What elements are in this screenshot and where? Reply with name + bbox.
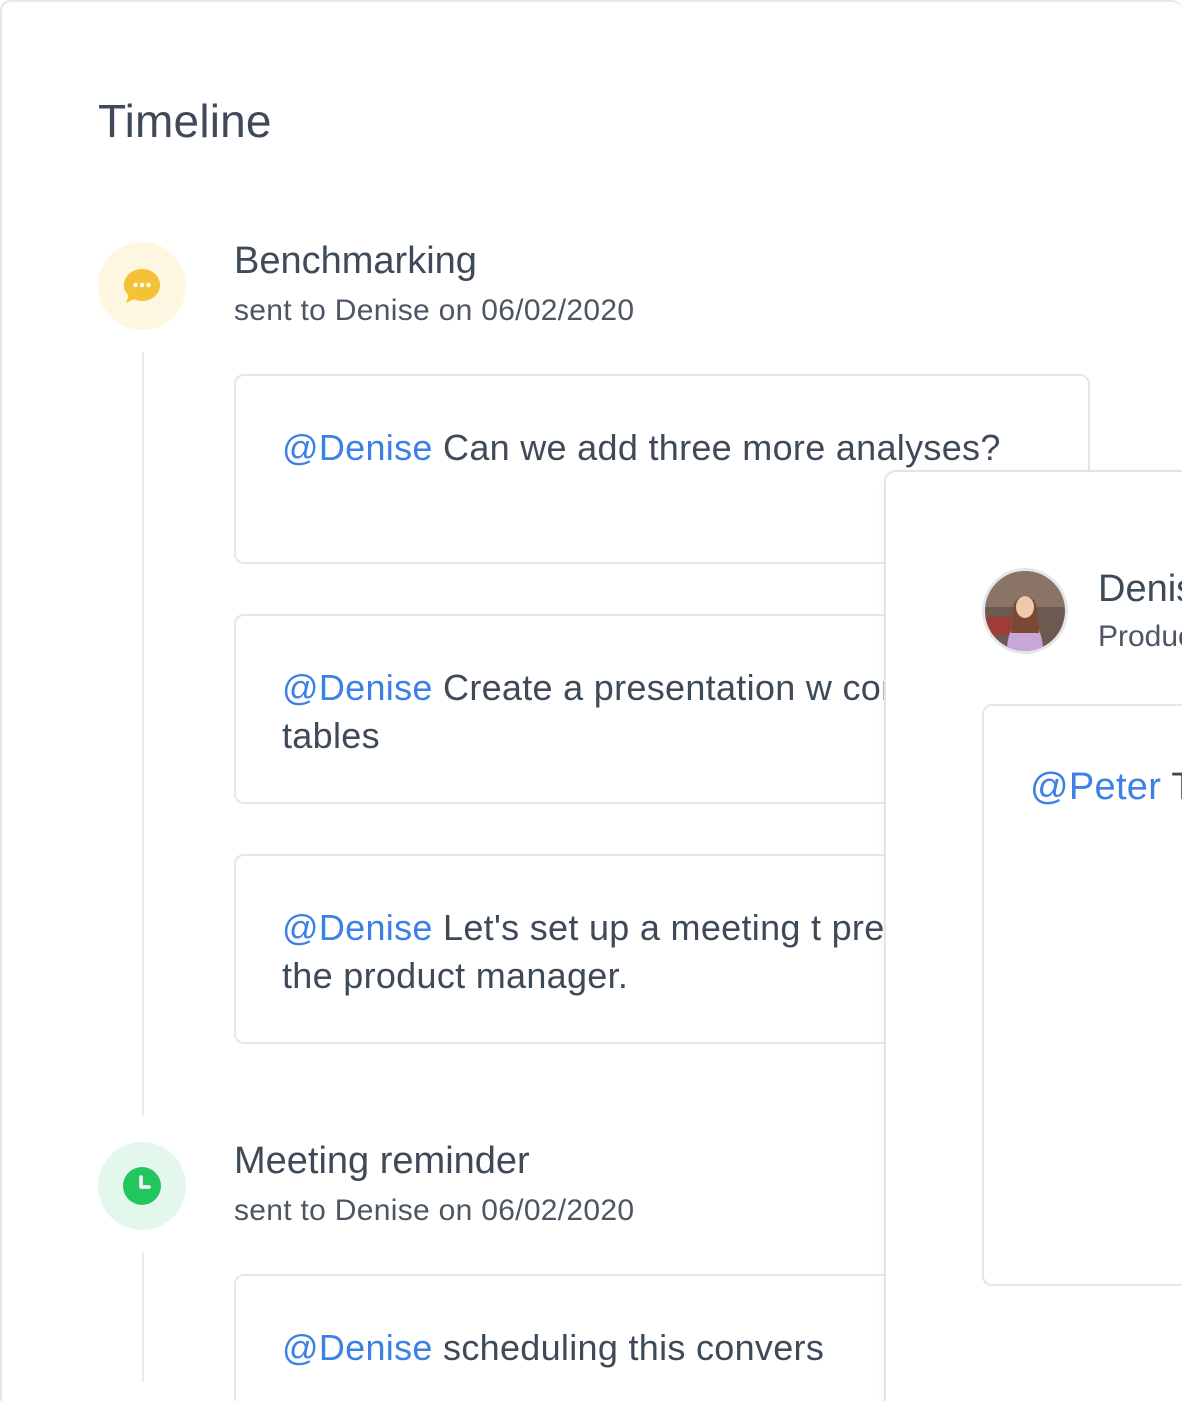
event-subtitle: sent to Denise on 06/02/2020 xyxy=(234,294,635,327)
mention-link[interactable]: @Peter xyxy=(1030,766,1161,808)
event-title: Benchmarking xyxy=(234,240,477,282)
timeline-connector xyxy=(142,352,144,1116)
avatar[interactable] xyxy=(982,568,1068,654)
profile-role: Produc xyxy=(1098,620,1182,653)
reply-text: @Peter T I will revi new proj xyxy=(1030,760,1182,814)
mention-link[interactable]: @Denise xyxy=(282,427,433,468)
comment-text: @Denise Can we add three more analyses? xyxy=(282,427,1001,468)
mention-link[interactable]: @Denise xyxy=(282,907,433,948)
mention-link[interactable]: @Denise xyxy=(282,667,433,708)
event-title: Meeting reminder xyxy=(234,1140,530,1182)
page-title: Timeline xyxy=(98,95,272,147)
event-subtitle: sent to Denise on 06/02/2020 xyxy=(234,1194,635,1227)
timeline-connector xyxy=(142,1252,144,1382)
mention-link[interactable]: @Denise xyxy=(282,1327,433,1368)
profile-popover: Denis Produc @Peter T I will revi new pr… xyxy=(884,470,1182,1401)
reply-card[interactable]: @Peter T I will revi new proj xyxy=(982,704,1182,1286)
profile-name: Denis xyxy=(1098,568,1182,610)
clock-icon xyxy=(98,1142,186,1230)
timeline-panel: Timeline Benchmarking sent to Denise on … xyxy=(0,0,1182,1401)
chat-bubble-icon xyxy=(98,242,186,330)
